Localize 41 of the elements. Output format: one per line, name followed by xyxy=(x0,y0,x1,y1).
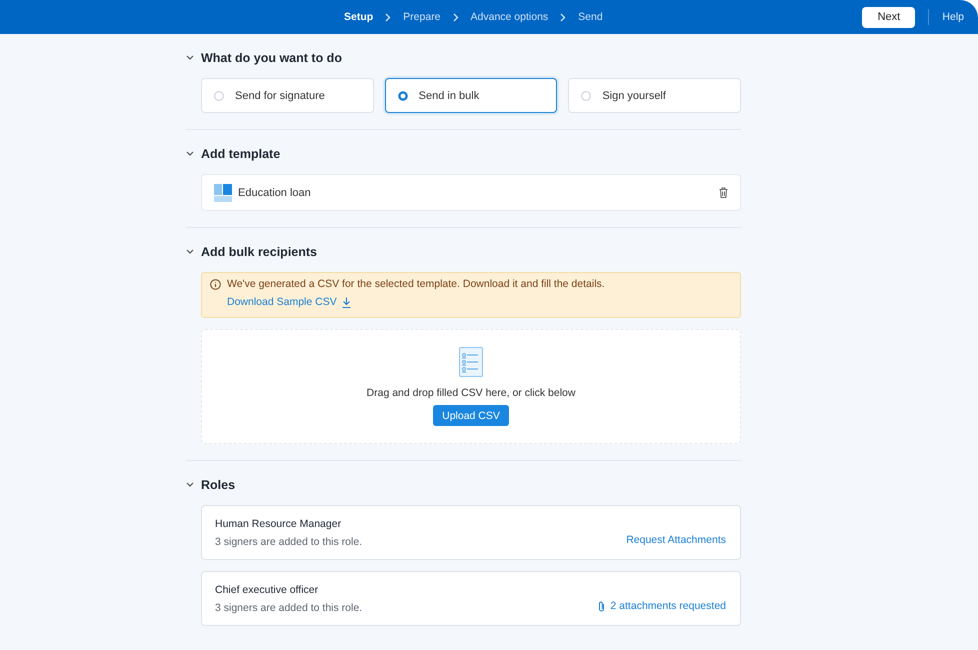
template-name: Education loan xyxy=(238,186,311,198)
section-title: Add template xyxy=(201,147,280,161)
role-name: Human Resource Manager xyxy=(215,518,342,530)
drop-zone[interactable]: Drag and drop filled CSV here, or click below Upload CSV xyxy=(201,329,741,444)
document-list-icon xyxy=(459,347,483,377)
step-link[interactable]: Advance options xyxy=(470,11,548,23)
chevron-right-icon xyxy=(452,12,459,22)
role-name: Chief executive officer xyxy=(215,584,320,596)
attachments-link[interactable]: 2 attachments requested xyxy=(598,600,726,612)
next-button[interactable]: Next xyxy=(862,6,916,28)
chevron-down-icon[interactable] xyxy=(186,151,194,157)
step-link[interactable]: Send xyxy=(578,11,603,23)
upload-button[interactable]: Upload CSV xyxy=(433,405,509,426)
radio-icon xyxy=(214,90,224,100)
download-link[interactable]: Download Sample CSV xyxy=(227,296,351,308)
radio-icon xyxy=(581,90,592,100)
section-title: Roles xyxy=(201,478,236,492)
section-title: What do you want to do xyxy=(201,51,342,65)
radio-icon xyxy=(398,90,408,100)
step-link[interactable]: Prepare xyxy=(403,11,441,23)
download-icon xyxy=(342,296,351,308)
chevron-right-icon xyxy=(560,12,566,22)
info-icon xyxy=(210,278,221,290)
request-link[interactable]: Request Attachments xyxy=(626,534,726,546)
step-link[interactable]: Setup xyxy=(344,11,374,23)
chevron-right-icon xyxy=(385,12,392,22)
help-link[interactable]: Help xyxy=(942,11,964,23)
banner-message: We've generated a CSV for the selected template. Download it and fill the details. xyxy=(227,278,605,290)
role-note: 3 signers are added to this role. xyxy=(215,602,362,614)
option-card[interactable]: Sign yourself xyxy=(568,78,742,113)
role-note: 3 signers are added to this role. xyxy=(215,536,362,548)
chevron-down-icon[interactable] xyxy=(186,482,194,488)
section-title: Add bulk recipients xyxy=(201,245,317,259)
drop-instructions: Drag and drop filled CSV here, or click below xyxy=(366,387,576,399)
option-card[interactable]: Send in bulk xyxy=(384,78,558,113)
template-icon xyxy=(214,184,232,202)
trash-icon[interactable] xyxy=(719,187,728,198)
paperclip-icon xyxy=(598,600,606,612)
chevron-down-icon[interactable] xyxy=(186,55,194,61)
chevron-down-icon[interactable] xyxy=(186,249,194,255)
option-card[interactable]: Send for signature xyxy=(201,78,374,113)
